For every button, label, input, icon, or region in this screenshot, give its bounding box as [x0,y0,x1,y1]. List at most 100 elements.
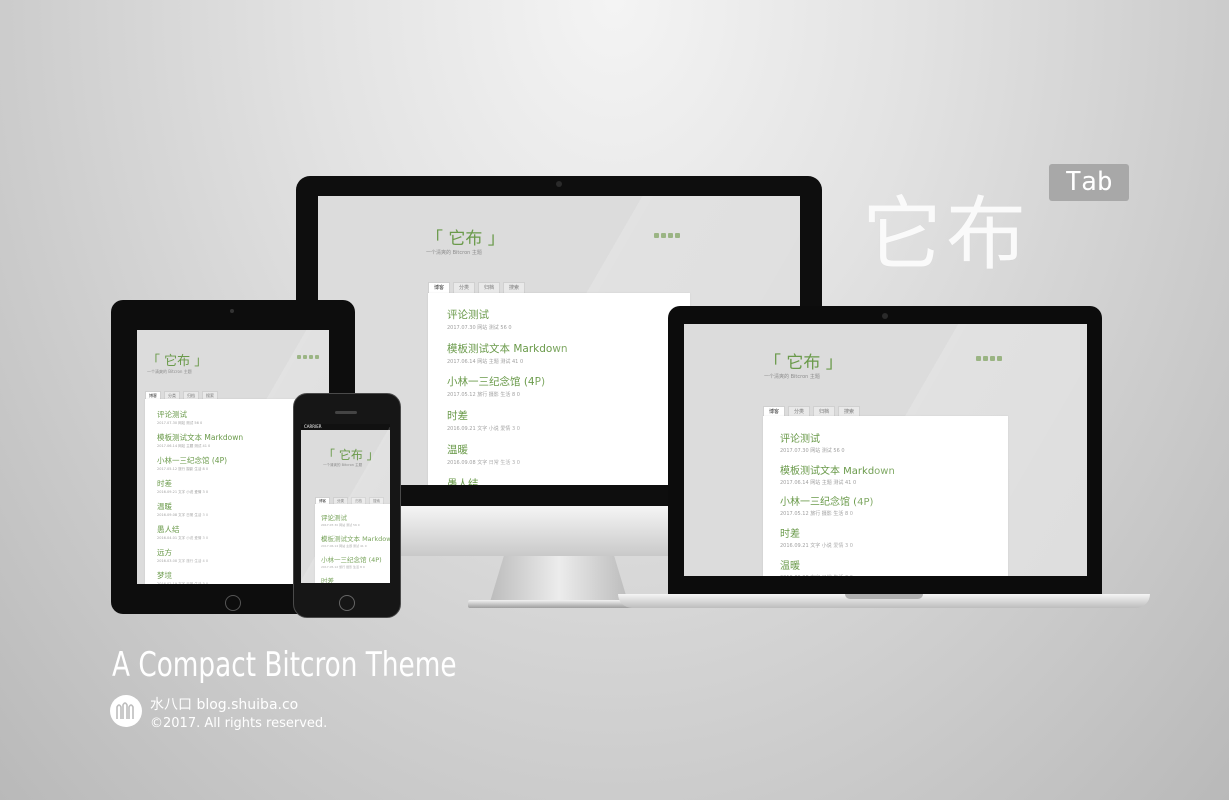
post-meta: 2017.05.12 旅行 摄影 生活 8 0 [321,565,365,570]
post-title[interactable]: 远方 [157,547,208,558]
post-item[interactable]: 评论测试 2017.07.30 网站 测试 56 0 [157,409,202,426]
post-meta: 2016.09.08 文字 日常 生活 3 0 [780,574,853,576]
post-item[interactable]: 小林一三纪念馆 (4P) 2017.05.12 旅行 摄影 生活 8 0 [157,455,227,472]
post-item[interactable]: 温暖 2016.09.08 文字 日常 生活 3 0 [447,442,520,466]
post-title[interactable]: 模板测试文本 Markdown [780,462,895,477]
tagline: A Compact Bitcron Theme [112,645,457,685]
post-meta: 2017.07.30 网站 测试 56 0 [447,325,512,331]
post-item[interactable]: 时差2016.09.21 文字 小说 爱情 3 0 [321,575,365,583]
blog-subtitle: 一个清爽的 Bitcron 主题 [764,373,820,380]
post-list: 评论测试 2017.07.30 网站 测试 56 0 模板测试文本 Markdown… [315,504,390,583]
post-meta: 2017.06.14 网站 主题 测试 41 0 [447,358,524,365]
iphone-home-button[interactable] [339,595,355,611]
post-item[interactable]: 评论测试 2017.07.30 网站 测试 56 0 [321,512,360,527]
post-title[interactable]: 评论测试 [447,307,512,322]
post-title[interactable]: 时差 [321,575,365,583]
github-icon[interactable] [675,233,680,238]
post-title[interactable]: 模板测试文本 Markdown [447,341,568,356]
post-item[interactable]: 模板测试文本 Markdown 2017.06.14 网站 主题 测试 41 0 [321,533,390,548]
weibo-icon[interactable] [309,355,313,359]
weibo-icon[interactable] [668,233,673,238]
post-meta: 2017.05.12 旅行 摄影 生活 8 0 [780,511,853,518]
post-item[interactable]: 温暖2016.09.08 文字 日常 生活 3 0 [157,501,208,518]
post-item[interactable]: 模板测试文本 Markdown 2017.06.14 网站 主题 测试 41 0 [780,462,895,486]
post-item[interactable]: 时差2016.09.21 文字 小说 爱情 3 0 [157,478,208,495]
blog-subtitle: 一个清爽的 Bitcron 主题 [323,463,363,468]
post-meta: 2016.09.21 文字 小说 爱情 3 0 [157,490,209,495]
post-item[interactable]: 评论测试 2017.07.30 网站 测试 56 0 [447,307,512,331]
hero-badge: Tab [1049,164,1129,201]
macbook-screen: 「 它布 」一个清爽的 Bitcron 主题 博客 分类 归档 搜索 评论测试 2017.0… [684,324,1087,576]
imac-stand [490,556,628,602]
post-title[interactable]: 评论测试 [157,409,202,420]
blog-title[interactable]: 「 它布 」 [764,348,843,373]
post-meta: 2017.06.14 网站 主题 测试 41 0 [321,544,367,549]
post-list: 评论测试 2017.07.30 网站 测试 56 0 模板测试文本 Markdown… [763,416,1008,576]
post-meta: 2017.06.14 网站 主题 测试 41 0 [780,479,857,486]
twitter-icon[interactable] [303,355,307,359]
post-meta: 2016.09.08 文字 日常 生活 3 0 [447,459,520,466]
post-item[interactable]: 时差2016.09.21 文字 小说 爱情 3 0 [447,408,520,432]
blog-title[interactable]: 「 它布 」 [147,350,207,369]
post-meta: 2016.09.08 文字 日常 生活 3 0 [157,513,209,518]
post-item[interactable]: 时差 2016.09.21 文字 小说 爱情 3 0 [780,525,853,549]
social-links [654,233,680,238]
instagram-icon[interactable] [654,233,659,238]
post-item[interactable]: 小林一三纪念馆 (4P) 2017.05.12 旅行 摄影 生活 8 0 [447,374,545,398]
social-links [297,355,319,359]
post-title[interactable]: 小林一三纪念馆 (4P) [157,455,227,466]
post-title[interactable]: 温暖 [447,442,520,457]
twitter-icon[interactable] [983,356,988,361]
ipad-camera [230,309,234,313]
post-title[interactable]: 愚人结 [157,524,208,535]
post-title[interactable]: 小林一三纪念馆 (4P) [321,554,382,564]
post-item[interactable]: 模板测试文本 Markdown 2017.06.14 网站 主题 测试 41 0 [157,432,243,449]
instagram-icon[interactable] [976,356,981,361]
post-meta: 2017.06.14 网站 主题 测试 41 0 [157,444,211,449]
post-title[interactable]: 评论测试 [780,430,845,445]
post-title[interactable]: 小林一三纪念馆 (4P) [447,374,545,389]
post-title[interactable]: 时差 [157,478,208,489]
post-meta: 2016.09.21 文字 小说 爱情 3 0 [780,543,853,550]
hero-title: 它布 [862,188,1030,281]
post-title[interactable]: 评论测试 [321,512,360,522]
blog-subtitle: 一个清爽的 Bitcron 主题 [426,249,482,256]
post-item[interactable]: 温暖 2016.09.08 文字 日常 生活 3 0 [780,557,853,576]
post-item[interactable]: 模板测试文本 Markdown 2017.06.14 网站 主题 测试 41 0 [447,341,568,365]
post-item[interactable]: 梦境2016.02.19 文字 日常 生活 3 0 [157,570,208,584]
post-title[interactable]: 小林一三纪念馆 (4P) [780,493,873,508]
author-logo-icon [110,695,142,727]
weibo-icon[interactable] [990,356,995,361]
post-item[interactable]: 愚人结2016.04.01 文字 小说 爱情 3 0 [447,476,520,486]
github-icon[interactable] [315,355,319,359]
post-meta: 2016.02.19 文字 日常 生活 3 0 [157,582,208,584]
blog-title[interactable]: 「 它布 」 [426,224,505,249]
post-title[interactable]: 愚人结 [447,476,520,486]
post-item[interactable]: 愚人结2016.04.01 文字 小说 爱情 3 0 [157,524,208,541]
imac-camera [556,181,562,187]
post-title[interactable]: 梦境 [157,570,208,581]
post-title[interactable]: 温暖 [157,501,208,512]
author-name: 水八口 blog.shuiba.co [150,697,299,713]
blog-title[interactable]: 「 它布 」 [323,446,379,463]
github-icon[interactable] [997,356,1002,361]
instagram-icon[interactable] [297,355,301,359]
post-title[interactable]: 模板测试文本 Markdown [321,533,390,543]
author-copyright: ©2017. All rights reserved. [150,716,328,731]
macbook-camera [882,313,888,319]
post-title[interactable]: 时差 [780,525,853,540]
post-title[interactable]: 时差 [447,408,520,423]
post-title[interactable]: 温暖 [780,557,853,572]
post-item[interactable]: 评论测试 2017.07.30 网站 测试 56 0 [780,430,845,454]
post-item[interactable]: 小林一三纪念馆 (4P) 2017.05.12 旅行 摄影 生活 8 0 [780,493,873,517]
twitter-icon[interactable] [661,233,666,238]
social-links [976,356,1002,361]
post-list: 评论测试 2017.07.30 网站 测试 56 0 模板测试文本 Markdown… [428,293,690,485]
post-title[interactable]: 模板测试文本 Markdown [157,432,243,443]
post-item[interactable]: 小林一三纪念馆 (4P) 2017.05.12 旅行 摄影 生活 8 0 [321,554,382,569]
iphone-speaker [335,411,357,414]
post-item[interactable]: 远方 2016.03.08 文字 旅行 生活 4 0 [157,547,208,564]
post-meta: 2017.05.12 旅行 摄影 生活 8 0 [447,392,520,399]
ipad-home-button[interactable] [225,595,241,611]
post-meta: 2017.07.30 网站 测试 56 0 [157,421,203,426]
